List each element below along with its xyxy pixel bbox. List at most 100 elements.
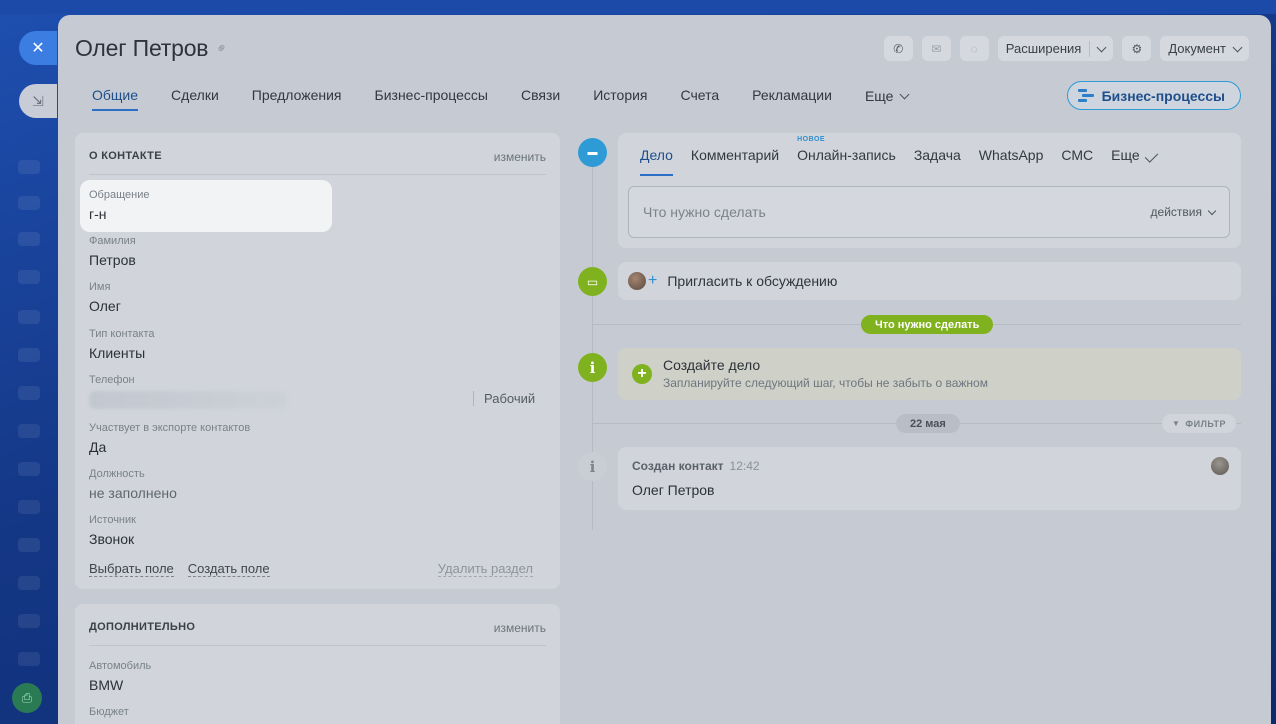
chat-button[interactable]: ◌ [959,36,989,61]
field-value: BMW [89,677,124,693]
tab-claims[interactable]: Рекламации [752,87,832,111]
create-task-subtitle: Запланируйте следующий шаг, чтобы не заб… [663,376,988,390]
info-icon-wrap: i [578,353,607,382]
activity-tab-comment[interactable]: Комментарий [691,147,779,176]
filter-button[interactable]: ▼ ФИЛЬТР [1162,414,1236,433]
field-first-name[interactable]: Имя Олег [89,281,121,314]
sidebar-item[interactable] [18,196,40,210]
settings-button[interactable]: ⚙ [1122,36,1152,61]
edit-link[interactable]: изменить [494,150,546,164]
field-contact-type[interactable]: Тип контакта Клиенты [89,328,155,361]
extensions-dropdown[interactable]: Расширения [997,36,1114,61]
todo-section-pill: Что нужно сделать [861,315,994,334]
invite-card[interactable]: + Пригласить к обсуждению [618,262,1241,300]
activity-tab-task[interactable]: Дело [640,147,673,176]
field-car[interactable]: Автомобиль BMW [89,660,151,693]
chevron-down-icon [1144,149,1158,163]
info-icon: i [589,358,596,377]
tab-relations[interactable]: Связи [521,87,560,111]
create-task-card[interactable]: + Создайте дело Запланируйте следующий ш… [618,348,1241,400]
field-salutation[interactable]: Обращение г-н [89,189,149,222]
minimize-button[interactable]: ⇲ [19,84,57,118]
select-field-link[interactable]: Выбрать поле [89,561,174,577]
sidebar-item[interactable] [18,424,40,438]
chevron-down-icon [1096,42,1107,52]
business-processes-label: Бизнес-процессы [1101,87,1225,104]
sidebar-item[interactable] [18,310,40,324]
delete-section-link[interactable]: Удалить раздел [437,561,533,577]
sidebar-item[interactable] [18,576,40,590]
field-export[interactable]: Участвует в экспорте контактов Да [89,422,250,455]
tab-more[interactable]: Еще [865,87,910,111]
sidebar-item[interactable] [18,652,40,666]
sidebar-item[interactable] [18,386,40,400]
event-body: Олег Петров [632,482,715,498]
sidebar-item[interactable] [18,232,40,246]
sidebar-item[interactable] [18,348,40,362]
actions-dropdown[interactable]: действия [1151,205,1217,219]
field-label: Обращение [89,189,150,201]
close-button[interactable]: ✕ [19,31,57,65]
extensions-label: Расширения [1005,41,1082,56]
create-field-link[interactable]: Создать поле [187,561,270,577]
activity-tab-whatsapp[interactable]: WhatsApp [979,147,1044,176]
create-task-title: Создайте дело [663,357,761,373]
card-header: ДОПОЛНИТЕЛЬНО изменить [75,604,560,635]
tab-general[interactable]: Общие [92,87,139,111]
field-source[interactable]: Источник Звонок [89,514,136,547]
field-phone[interactable]: Телефон [89,374,135,386]
mail-icon: ✉ [931,41,942,56]
sidebar-item[interactable] [18,538,40,552]
sidebar-item[interactable] [18,614,40,628]
sidebar-item[interactable] [18,160,40,174]
email-button[interactable]: ✉ [921,36,951,61]
activity-tab-label: Онлайн-запись [797,147,896,163]
activity-editor: Дело Комментарий НОВОЕ Онлайн-запись Зад… [618,133,1241,248]
tab-quotes[interactable]: Предложения [252,87,342,111]
link-icon[interactable]: ⚭ [212,38,232,58]
field-budget[interactable]: Бюджет [89,706,129,718]
info-icon: i [589,457,596,476]
chevron-down-icon [1207,206,1217,215]
edit-link[interactable]: изменить [494,621,546,635]
invite-row: + Пригласить к обсуждению [618,262,1241,300]
chevron-down-icon [900,89,910,100]
activity-tab-sms[interactable]: СМС [1061,147,1093,176]
activity-tab-todo[interactable]: Задача [914,147,961,176]
sidebar-item[interactable] [18,462,40,476]
new-badge: НОВОЕ [797,136,826,143]
field-last-name[interactable]: Фамилия Петров [89,235,136,268]
gear-icon: ⚙ [1131,41,1143,56]
document-dropdown[interactable]: Документ [1160,36,1249,61]
tab-invoices[interactable]: Счета [681,87,720,111]
card-title: О КОНТАКТЕ [89,150,162,162]
divider [89,174,546,175]
field-label: Бюджет [89,706,129,718]
date-pill: 22 мая [896,414,960,433]
print-button[interactable]: ⎙ [12,683,42,713]
tab-business-processes[interactable]: Бизнес-процессы [375,87,488,111]
top-bar [0,0,1276,14]
sidebar-item[interactable] [18,500,40,514]
close-icon: ✕ [31,40,45,57]
activity-tab-more[interactable]: Еще [1111,147,1173,176]
message-icon: ▬ [587,147,598,158]
field-position[interactable]: Должность не заполнено [89,468,177,501]
call-button[interactable]: ✆ [883,36,913,61]
chat-icon: ◌ [970,41,978,56]
tab-history[interactable]: История [593,87,647,111]
field-label: Фамилия [89,235,136,247]
tab-deals[interactable]: Сделки [171,87,219,111]
phone-icon: ✆ [893,41,904,56]
activity-input[interactable]: Что нужно сделать действия [628,186,1230,238]
field-label: Должность [89,468,145,480]
business-processes-button[interactable]: Бизнес-процессы [1066,81,1241,110]
divider [89,645,546,646]
author-avatar[interactable] [1211,457,1229,475]
field-label: Автомобиль [89,660,152,672]
activity-tab-booking[interactable]: НОВОЕ Онлайн-запись [797,136,896,176]
sidebar-item[interactable] [18,270,40,284]
page-title: Олег Петров ⚭ [75,35,231,62]
field-label: Участвует в экспорте контактов [89,422,251,434]
chevron-down-icon [1232,42,1243,52]
